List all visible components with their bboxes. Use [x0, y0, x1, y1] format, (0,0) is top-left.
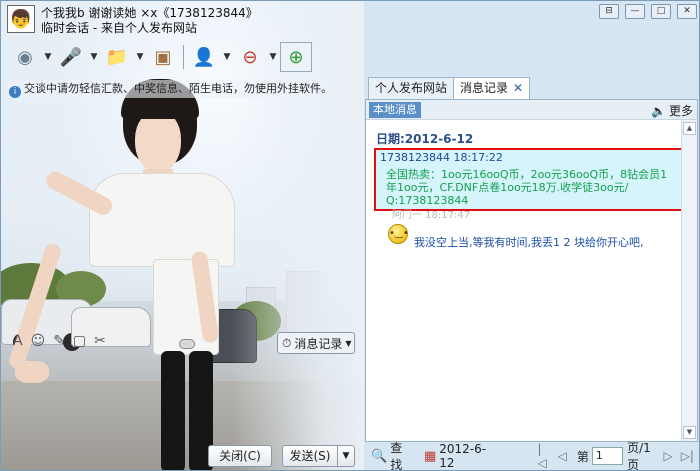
- search-icon[interactable]: 🔍: [371, 449, 387, 464]
- message-record-label: 消息记录: [294, 336, 343, 351]
- contact-avatar[interactable]: 👦: [7, 5, 35, 33]
- message-body: 全国热卖：1oo元16ooQ币，2oo元36ooQ币，8钻会员1年1oo元，CF…: [386, 168, 668, 207]
- history-scrollbar[interactable]: ▲ ▼: [681, 120, 697, 441]
- highlighted-message: 1738123844 18:17:22 全国热卖：1oo元16ooQ币，2oo元…: [374, 148, 683, 211]
- page-number-input[interactable]: 1: [591, 447, 624, 465]
- message-history-panel: 本地消息 🔈 更多 日期:2012-6-12 1738123844 18:17:…: [365, 99, 698, 442]
- service-dropdown-arrow[interactable]: ▼: [222, 42, 232, 72]
- block-dropdown-arrow[interactable]: ▼: [268, 42, 278, 72]
- tab-label: 个人发布网站: [375, 81, 448, 95]
- toolbar-divider: [183, 45, 184, 69]
- first-page-icon[interactable]: |◁: [538, 442, 550, 470]
- chat-toolbar: ◉ ▼ 🎤 ▼ 📁 ▼ ▣ 👤 ▼ ⊖ ▼ ⊕: [9, 41, 312, 73]
- message-sender-time: 1738123844 18:17:22: [380, 151, 503, 164]
- tab-label: 消息记录: [460, 81, 509, 95]
- search-label[interactable]: 查找: [390, 439, 412, 470]
- scroll-up-arrow[interactable]: ▲: [683, 122, 696, 135]
- screenshot-icon[interactable]: ▢: [73, 333, 86, 349]
- block-user-icon[interactable]: ⊖: [234, 42, 266, 72]
- scroll-down-arrow[interactable]: ▼: [683, 426, 696, 439]
- message-sender-time-faded: 阿门一 18:17:47: [392, 210, 471, 221]
- info-icon: i: [9, 86, 21, 98]
- video-dropdown-arrow[interactable]: ▼: [43, 42, 53, 72]
- session-subtitle: 临时会话 - 来自个人发布网站: [41, 21, 197, 35]
- app-window-icon[interactable]: ▣: [147, 42, 179, 72]
- tab-message-record[interactable]: 消息记录 ✕: [453, 77, 531, 99]
- chat-window: 👦 个我我b 谢谢读她 ×x《1738123844》 临时会话 - 来自个人发布…: [0, 0, 700, 471]
- scissors-icon[interactable]: ✂: [94, 333, 106, 349]
- history-date[interactable]: 2012-6-12: [439, 442, 495, 470]
- voice-dropdown-arrow[interactable]: ▼: [89, 42, 99, 72]
- minimize-button[interactable]: —: [625, 4, 645, 19]
- close-tab-icon[interactable]: ✕: [513, 81, 523, 95]
- side-tabs: 个人发布网站 消息记录 ✕: [368, 77, 531, 99]
- tab-personal-site[interactable]: 个人发布网站: [368, 77, 455, 99]
- send-button[interactable]: 发送(S): [282, 445, 338, 467]
- file-transfer-icon[interactable]: 📁: [101, 42, 133, 72]
- microphone-icon[interactable]: 🎤: [55, 42, 87, 72]
- history-footer: 🔍 查找 ▦ 2012-6-12 |◁ ◁ 第 1 页/1页 ▷ ▷|: [365, 441, 698, 470]
- message-record-button[interactable]: ⏱ 消息记录 ▼: [277, 332, 355, 354]
- calendar-icon[interactable]: ▦: [424, 449, 436, 464]
- page-suffix: 页/1页: [627, 441, 651, 471]
- send-options-dropdown[interactable]: ▼: [338, 445, 355, 467]
- video-camera-icon[interactable]: ◉: [9, 42, 41, 72]
- page-prefix: 第: [576, 449, 589, 464]
- customer-service-icon[interactable]: 👤: [188, 42, 220, 72]
- skin-icon[interactable]: ⊟: [599, 4, 619, 19]
- date-label: 日期:2012-6-12: [376, 132, 474, 146]
- magic-face-icon[interactable]: ✎: [53, 333, 65, 349]
- font-icon[interactable]: A: [13, 333, 23, 349]
- close-window-button[interactable]: ✕: [677, 4, 697, 19]
- history-header: 本地消息 🔈 更多: [366, 100, 697, 120]
- clock-icon: ⏱: [282, 335, 292, 350]
- security-notice-text: 交谈中请勿轻信汇款、中奖信息、陌生电话，勿使用外挂软件。: [24, 82, 332, 95]
- maximize-button[interactable]: □: [651, 4, 671, 19]
- close-button[interactable]: 关闭(C): [208, 445, 272, 467]
- reply-text: 我没空上当,等我有时间,我丢1 2 块给你开心吧,: [414, 236, 644, 249]
- chevron-down-icon: ▼: [345, 338, 352, 348]
- more-button[interactable]: 🔈 更多: [651, 102, 693, 119]
- speaker-icon: 🔈: [651, 103, 666, 118]
- input-toolbar: A ☺ ✎ ▢ ✂: [13, 333, 106, 349]
- local-messages-tag[interactable]: 本地消息: [369, 102, 421, 118]
- emoticon-icon[interactable]: ☺: [31, 333, 46, 349]
- window-controls: ⊟ — □ ✕: [599, 4, 697, 19]
- last-page-icon[interactable]: ▷|: [681, 449, 694, 463]
- more-label: 更多: [668, 104, 693, 118]
- reply-message-body: 我没空上当,等我有时间,我丢1 2 块给你开心吧,: [386, 235, 686, 250]
- file-dropdown-arrow[interactable]: ▼: [135, 42, 145, 72]
- chat-header: 👦 个我我b 谢谢读她 ×x《1738123844》 临时会话 - 来自个人发布…: [1, 1, 364, 37]
- security-notice: i 交谈中请勿轻信汇款、中奖信息、陌生电话，勿使用外挂软件。: [9, 80, 332, 98]
- prev-page-icon[interactable]: ◁: [558, 449, 567, 463]
- next-page-icon[interactable]: ▷: [663, 449, 672, 463]
- add-friend-icon[interactable]: ⊕: [280, 42, 312, 72]
